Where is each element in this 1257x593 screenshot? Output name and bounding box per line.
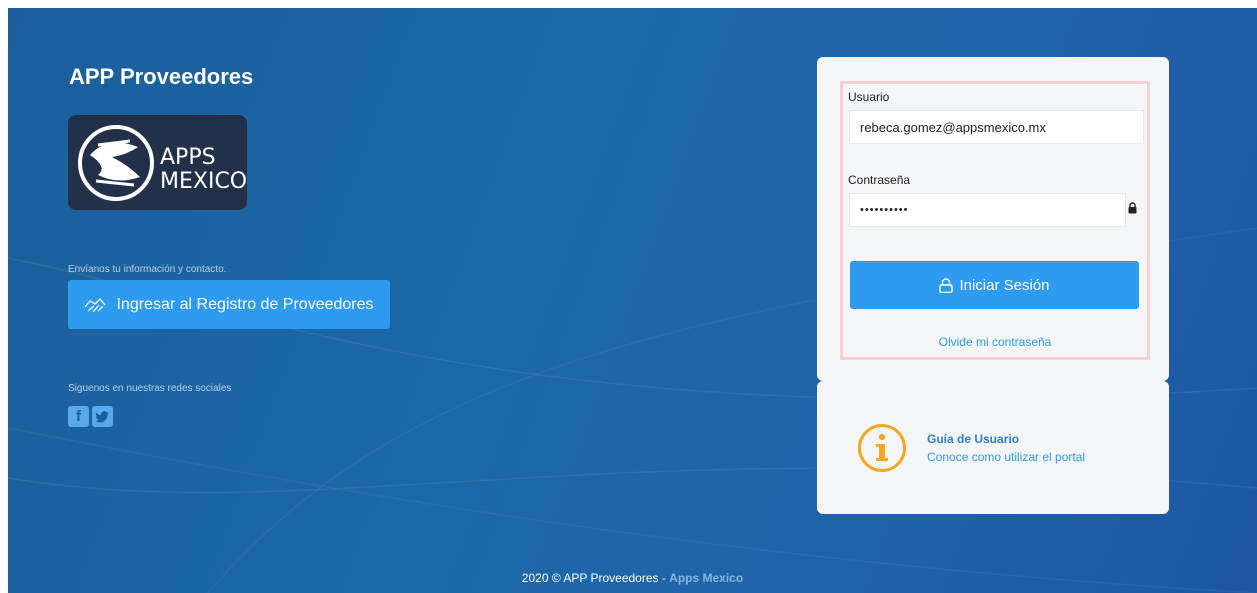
password-label: Contraseña xyxy=(848,173,911,187)
user-guide-card: Guía de Usuario Conoce como utilizar el … xyxy=(817,381,1169,514)
login-button[interactable]: Iniciar Sesión xyxy=(850,261,1139,309)
username-input[interactable]: rebeca.gomez@appsmexico.mx xyxy=(849,110,1144,144)
user-guide-link[interactable]: Conoce como utilizar el portal xyxy=(927,450,1085,464)
app-title: APP Proveedores xyxy=(69,64,254,89)
login-button-label: Iniciar Sesión xyxy=(959,276,1050,294)
social-text: Siguenos en nuestras redes sociales xyxy=(68,383,232,394)
handshake-icon xyxy=(84,297,106,312)
lock-outline-icon xyxy=(939,277,954,293)
lock-icon xyxy=(1128,202,1137,214)
password-input[interactable]: •••••••••• xyxy=(849,193,1126,227)
twitter-icon[interactable] xyxy=(92,406,113,427)
login-page: APP Proveedores APPS MEXICO Envíanos tu … xyxy=(8,8,1257,593)
footer-copyright: 2020 © APP Proveedores - xyxy=(521,571,670,585)
apps-mexico-logo: APPS MEXICO xyxy=(68,115,247,210)
register-providers-label: Ingresar al Registro de Proveedores xyxy=(116,295,374,313)
login-form: Usuario rebeca.gomez@appsmexico.mx Contr… xyxy=(840,81,1150,360)
username-label: Usuario xyxy=(848,90,890,104)
contact-text: Envíanos tu información y contacto. xyxy=(68,264,227,275)
forgot-password-link[interactable]: Olvide mi contraseña xyxy=(843,335,1147,349)
login-card: Usuario rebeca.gomez@appsmexico.mx Contr… xyxy=(817,57,1169,381)
logo-text-bottom: MEXICO xyxy=(160,169,247,194)
logo-text-top: APPS xyxy=(160,145,216,170)
register-providers-button[interactable]: Ingresar al Registro de Proveedores xyxy=(68,280,390,329)
facebook-icon[interactable]: f xyxy=(68,406,89,427)
footer: 2020 © APP Proveedores - Apps Mexico xyxy=(8,571,1257,585)
footer-brand-link[interactable]: Apps Mexico xyxy=(669,571,743,585)
info-icon[interactable] xyxy=(857,423,907,473)
user-guide-title[interactable]: Guía de Usuario xyxy=(927,432,1019,446)
